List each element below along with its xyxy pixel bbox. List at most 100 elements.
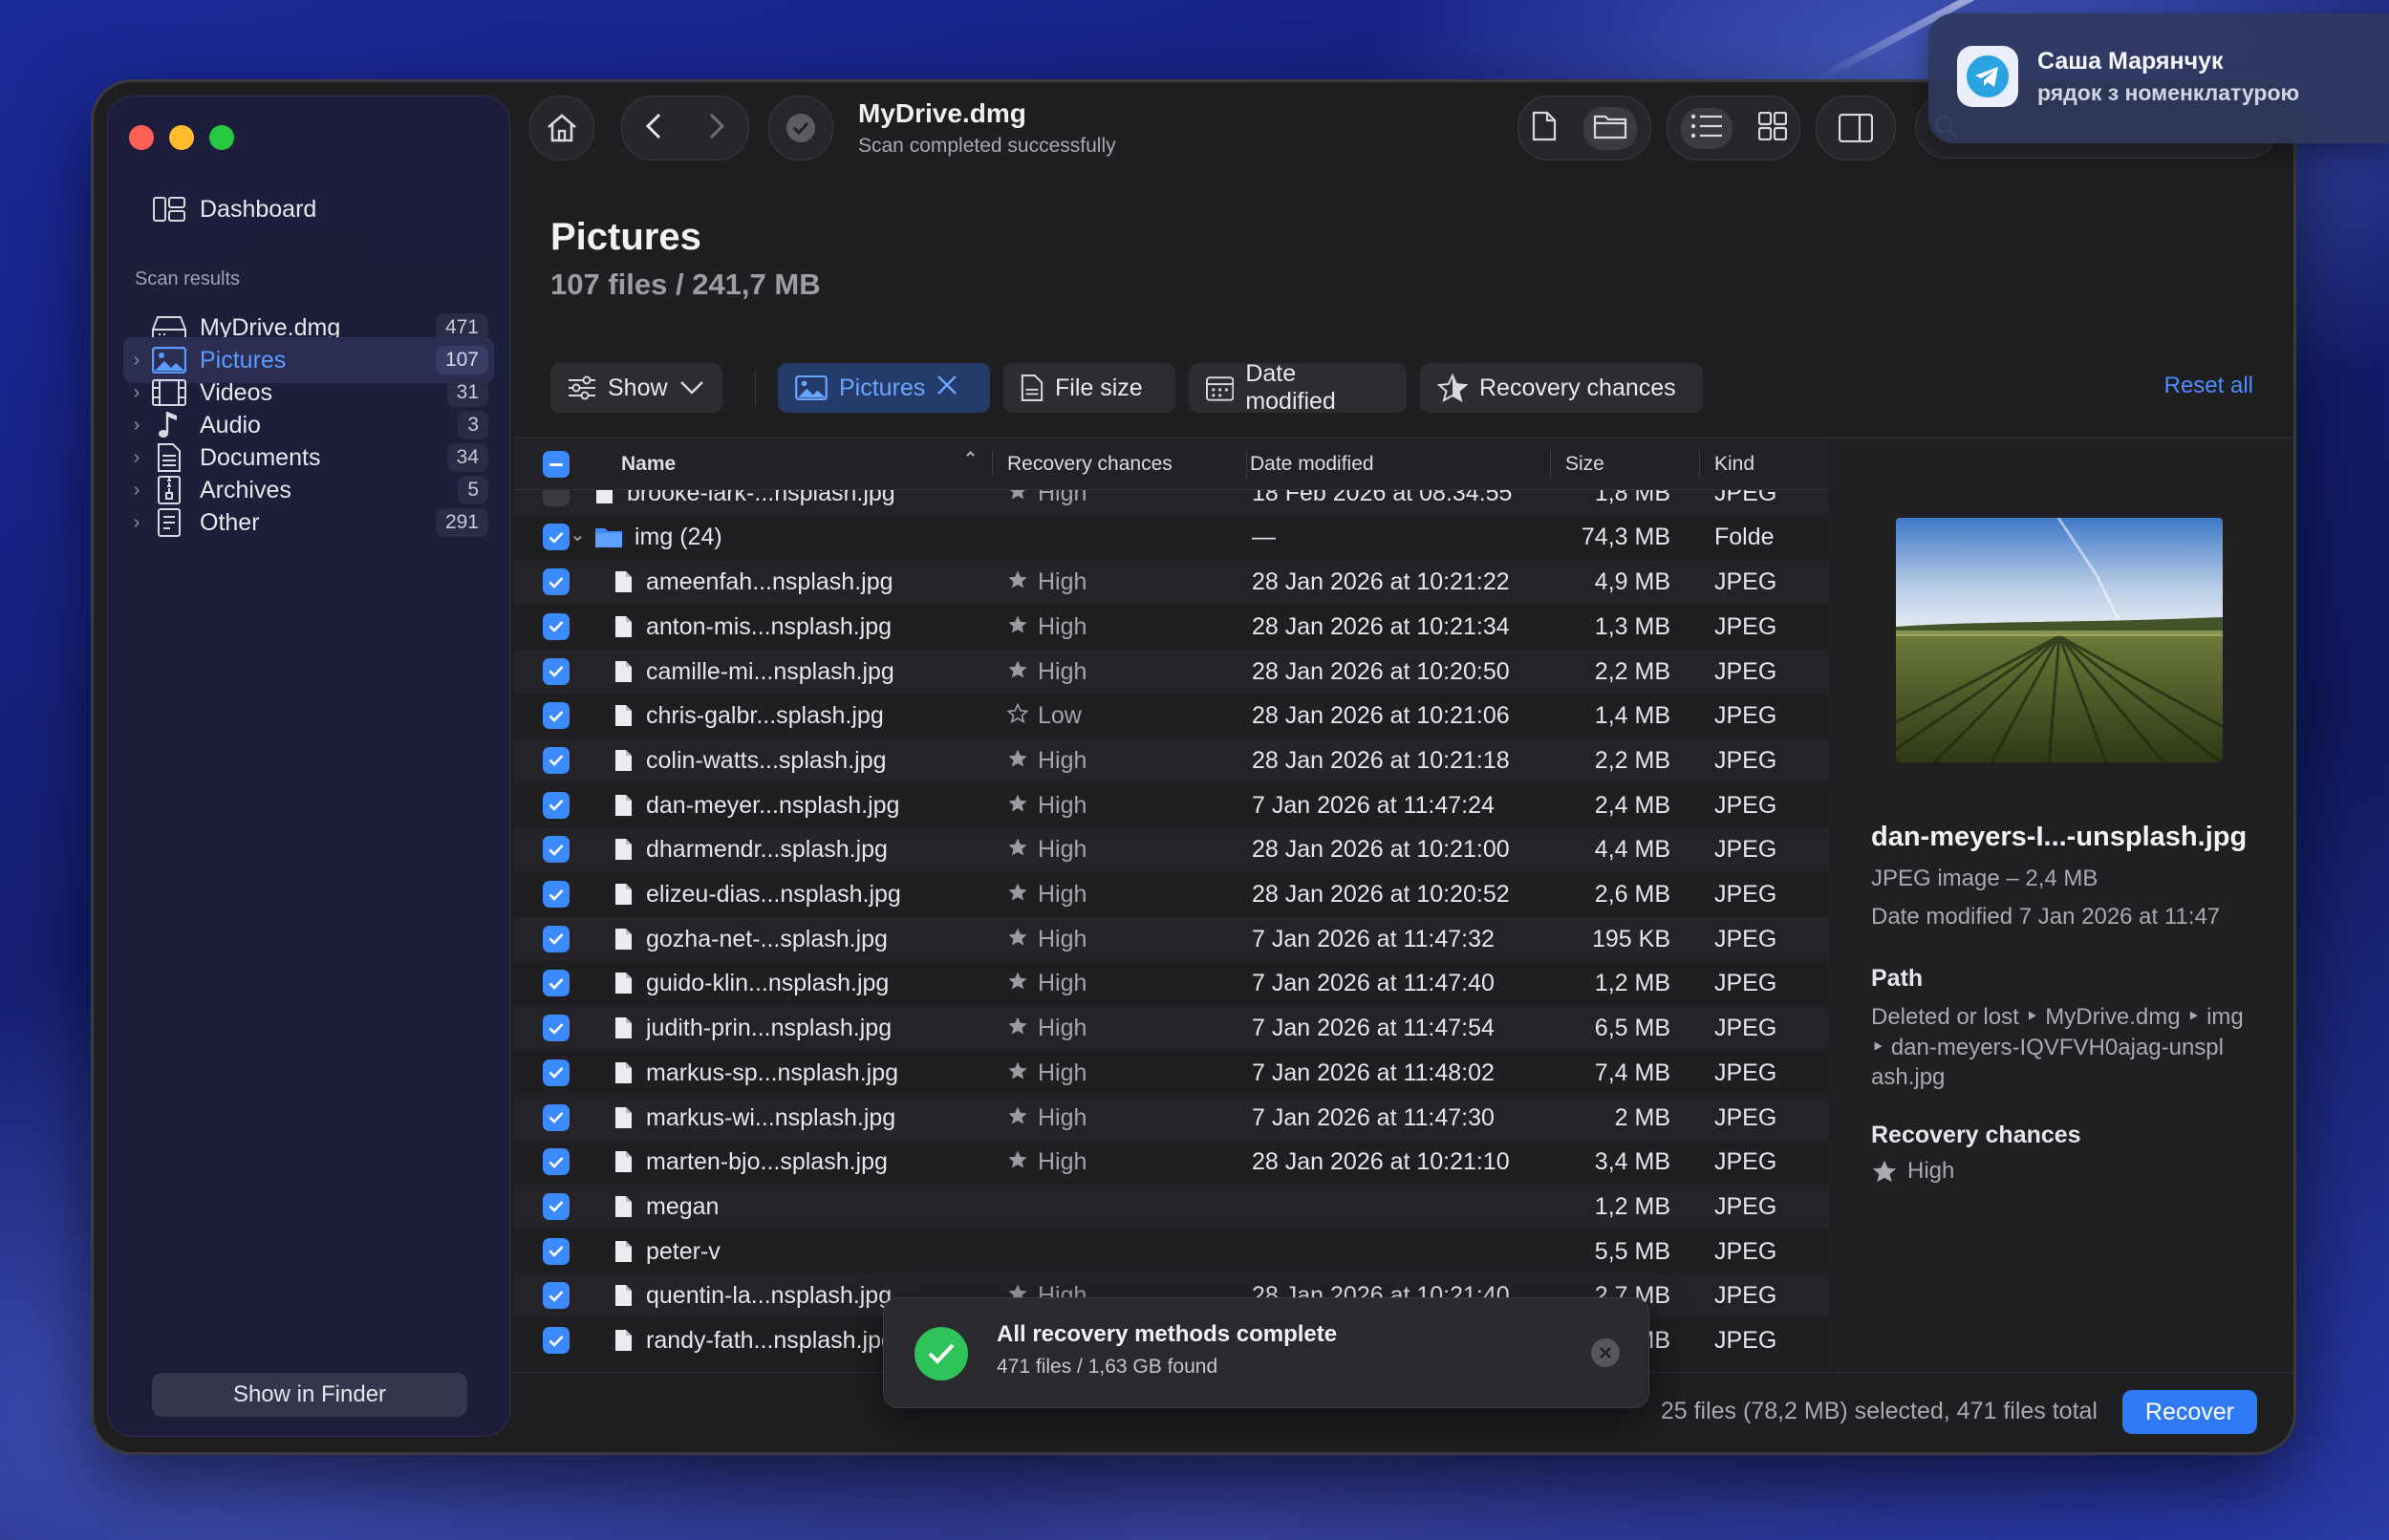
table-row[interactable]: guido-klin...nsplash.jpg High 7 Jan 2026 a… bbox=[514, 961, 1829, 1005]
row-checkbox[interactable] bbox=[543, 1327, 570, 1354]
file-size: 4,9 MB bbox=[1594, 568, 1670, 596]
minimize-window-button[interactable] bbox=[169, 125, 194, 150]
window-subtitle: Scan completed successfully bbox=[858, 135, 1116, 157]
scan-status-button[interactable] bbox=[768, 96, 833, 160]
preview-thumbnail bbox=[1896, 518, 2223, 762]
chevron-right-icon[interactable]: › bbox=[123, 350, 150, 372]
home-icon bbox=[548, 114, 576, 142]
table-row[interactable]: chris-galbr...splash.jpg Low 28 Jan 2026 a… bbox=[514, 694, 1829, 738]
zoom-window-button[interactable] bbox=[209, 125, 234, 150]
list-view-button[interactable] bbox=[1680, 107, 1733, 149]
recovery-cell: High bbox=[1007, 1059, 1087, 1087]
table-row[interactable]: peter-v 5,5 MB JPEG bbox=[514, 1230, 1829, 1273]
recovery-chances-filter-button[interactable]: Recovery chances bbox=[1420, 363, 1703, 413]
recover-button[interactable]: Recover bbox=[2121, 1390, 2257, 1434]
sidebar-right-icon bbox=[1839, 114, 1873, 142]
table-row[interactable]: dharmendr...splash.jpg High 28 Jan 2026 at… bbox=[514, 827, 1829, 872]
file-size: 1,2 MB bbox=[1594, 1192, 1670, 1220]
date-modified-filter-button[interactable]: Date modified bbox=[1189, 360, 1407, 415]
column-kind[interactable]: Kind bbox=[1714, 453, 1754, 476]
chevron-right-icon[interactable]: › bbox=[123, 382, 150, 404]
row-checkbox[interactable] bbox=[543, 1015, 570, 1042]
folder-view-button[interactable] bbox=[1583, 106, 1637, 150]
row-checkbox[interactable] bbox=[543, 1237, 570, 1265]
reset-all-link[interactable]: Reset all bbox=[2164, 373, 2253, 399]
date-modified: — bbox=[1252, 524, 1276, 551]
row-checkbox[interactable] bbox=[543, 1103, 570, 1131]
row-checkbox[interactable] bbox=[543, 1192, 570, 1220]
table-row[interactable]: judith-prin...nsplash.jpg High 7 Jan 2026 … bbox=[514, 1006, 1829, 1051]
column-name[interactable]: Name bbox=[621, 453, 676, 476]
table-row[interactable]: camille-mi...nsplash.jpg High 28 Jan 2026 … bbox=[514, 649, 1829, 694]
file-icon bbox=[613, 838, 633, 867]
table-row[interactable]: markus-wi...nsplash.jpg High 7 Jan 2026 at… bbox=[514, 1095, 1829, 1140]
toggle-preview-button[interactable] bbox=[1816, 96, 1896, 160]
file-kind: JPEG bbox=[1714, 702, 1777, 730]
file-name: markus-sp...nsplash.jpg bbox=[646, 1059, 899, 1086]
home-button[interactable] bbox=[529, 96, 594, 160]
file-view-button[interactable] bbox=[1532, 111, 1557, 146]
show-filter-button[interactable]: Show bbox=[550, 363, 722, 413]
row-checkbox[interactable] bbox=[543, 1148, 570, 1176]
show-in-finder-button[interactable]: Show in Finder bbox=[152, 1373, 467, 1417]
system-notification[interactable]: Саша Марянчук рядок з номенклатурою bbox=[1928, 13, 2389, 143]
column-recovery[interactable]: Recovery chances bbox=[1007, 453, 1173, 476]
row-checkbox[interactable] bbox=[543, 746, 570, 774]
recovery-cell: High bbox=[1007, 926, 1087, 953]
row-checkbox[interactable] bbox=[543, 524, 570, 551]
table-row[interactable]: elizeu-dias...nsplash.jpg High 28 Jan 2026… bbox=[514, 872, 1829, 916]
table-row[interactable]: marten-bjo...splash.jpg High 28 Jan 2026 a… bbox=[514, 1140, 1829, 1184]
row-checkbox[interactable] bbox=[543, 881, 570, 908]
file-name: anton-mis...nsplash.jpg bbox=[646, 612, 893, 640]
forward-button[interactable] bbox=[707, 112, 726, 145]
row-checkbox[interactable] bbox=[543, 925, 570, 952]
table-row[interactable]: megan 1,2 MB JPEG bbox=[514, 1184, 1829, 1229]
row-checkbox[interactable] bbox=[543, 612, 570, 640]
table-row[interactable]: ameenfah...nsplash.jpg High 28 Jan 2026 at… bbox=[514, 560, 1829, 605]
grid-view-button[interactable] bbox=[1757, 111, 1787, 145]
date-modified: 7 Jan 2026 at 11:47:30 bbox=[1252, 1103, 1495, 1131]
star-outline-icon bbox=[1007, 702, 1029, 730]
chevron-right-icon[interactable]: › bbox=[123, 480, 150, 502]
table-row[interactable]: anton-mis...nsplash.jpg High 28 Jan 2026 a… bbox=[514, 605, 1829, 649]
file-table: Name ⌃ Recovery chances Date modified Si… bbox=[514, 439, 1829, 1372]
chevron-right-icon[interactable]: › bbox=[123, 447, 150, 469]
file-kind: JPEG bbox=[1714, 1282, 1777, 1310]
row-checkbox[interactable] bbox=[543, 791, 570, 819]
table-row[interactable]: colin-watts...splash.jpg High 28 Jan 2026 … bbox=[514, 738, 1829, 782]
sidebar-item-label: Other bbox=[200, 508, 260, 536]
file-size-filter-button[interactable]: File size bbox=[1003, 363, 1175, 413]
file-name: megan bbox=[646, 1192, 720, 1220]
row-checkbox[interactable] bbox=[543, 836, 570, 864]
sidebar-item-other[interactable]: › Other 291 bbox=[123, 500, 494, 545]
column-date[interactable]: Date modified bbox=[1250, 453, 1374, 476]
row-checkbox[interactable] bbox=[543, 568, 570, 596]
select-all-checkbox[interactable] bbox=[543, 451, 570, 478]
row-checkbox[interactable] bbox=[543, 702, 570, 730]
chevron-right-icon[interactable]: › bbox=[123, 512, 150, 534]
show-filter-label: Show bbox=[608, 374, 668, 401]
row-checkbox[interactable] bbox=[543, 970, 570, 997]
chevron-down-icon[interactable]: ⌄ bbox=[570, 523, 586, 546]
file-name: camille-mi...nsplash.jpg bbox=[646, 657, 894, 685]
column-size[interactable]: Size bbox=[1565, 453, 1604, 476]
toast-close-button[interactable] bbox=[1591, 1338, 1620, 1367]
row-checkbox[interactable] bbox=[543, 1282, 570, 1310]
row-checkbox[interactable] bbox=[543, 1059, 570, 1086]
minus-icon bbox=[549, 462, 563, 466]
remove-filter-button[interactable] bbox=[936, 374, 958, 402]
file-kind: JPEG bbox=[1714, 836, 1777, 864]
folder-row[interactable]: ⌄ img (24) — 74,3 MB Folde bbox=[514, 515, 1829, 559]
star-filled-icon bbox=[1007, 613, 1028, 641]
table-row[interactable]: gozha-net-...splash.jpg High 7 Jan 2026 at… bbox=[514, 916, 1829, 961]
chevron-right-icon[interactable]: › bbox=[123, 415, 150, 437]
row-checkbox[interactable] bbox=[543, 657, 570, 685]
recovery-cell: High bbox=[1007, 568, 1087, 596]
close-window-button[interactable] bbox=[129, 125, 154, 150]
table-row[interactable]: markus-sp...nsplash.jpg High 7 Jan 2026 at… bbox=[514, 1051, 1829, 1095]
column-divider bbox=[992, 451, 993, 478]
back-button[interactable] bbox=[644, 112, 663, 145]
table-row[interactable]: dan-meyer...nsplash.jpg High 7 Jan 2026 at… bbox=[514, 783, 1829, 827]
sidebar-item-dashboard[interactable]: Dashboard bbox=[123, 186, 494, 232]
pictures-filter-chip[interactable]: Pictures bbox=[778, 363, 990, 413]
